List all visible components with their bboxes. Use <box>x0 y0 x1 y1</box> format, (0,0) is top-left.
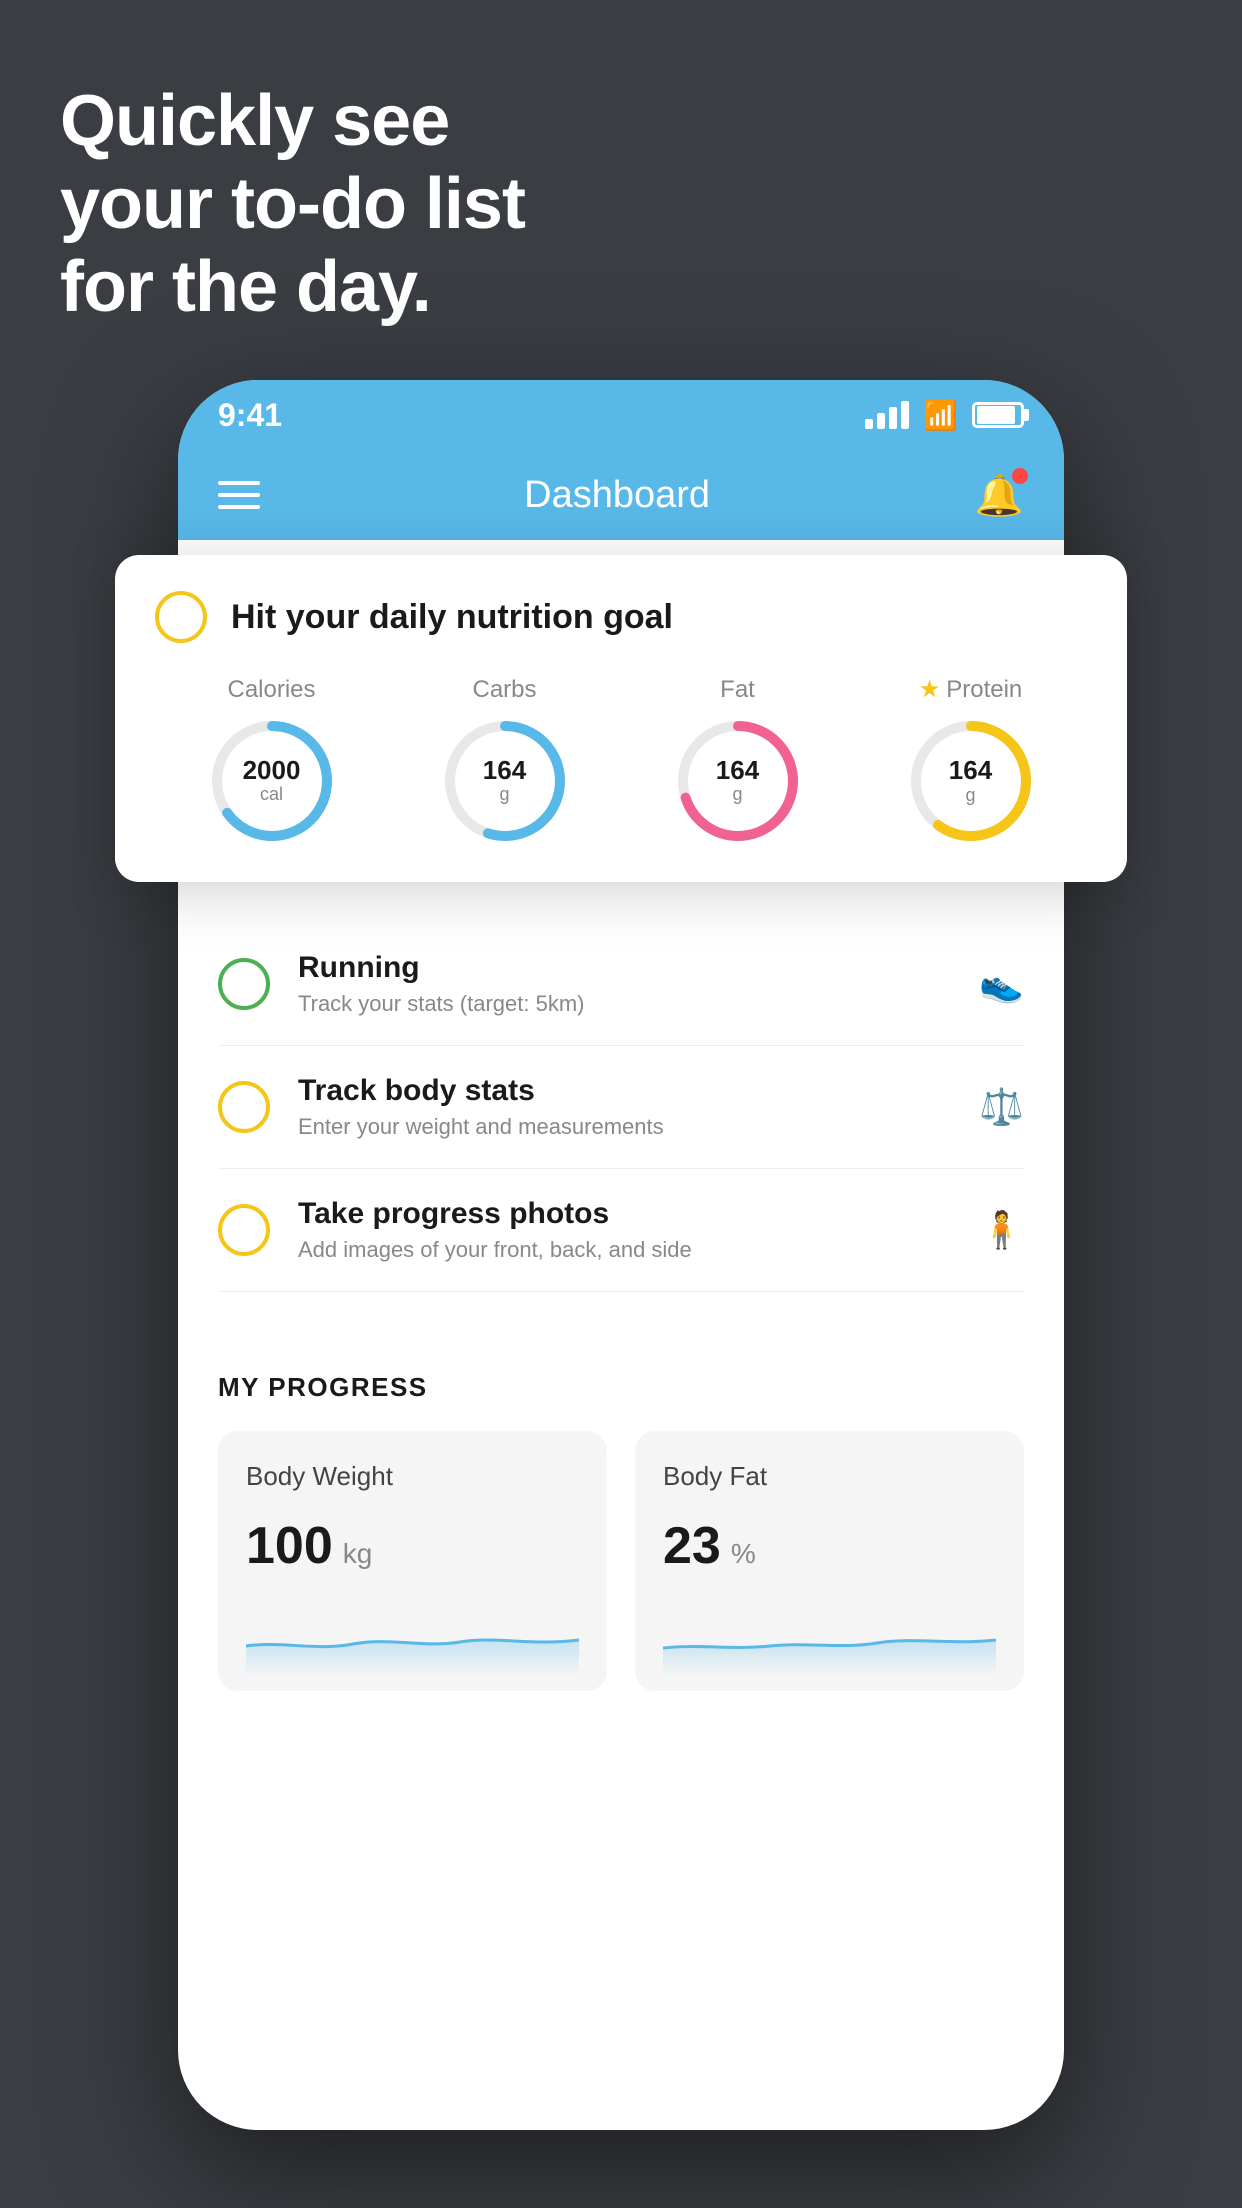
nutrition-item-fat: Fat 164 g <box>673 676 803 846</box>
battery-icon <box>972 402 1024 428</box>
todo-item-progress-photos[interactable]: Take progress photos Add images of your … <box>218 1169 1024 1292</box>
todo-list: Running Track your stats (target: 5km) 👟… <box>178 923 1064 1292</box>
notification-dot <box>1012 468 1028 484</box>
todo-subtitle-running: Track your stats (target: 5km) <box>298 991 951 1017</box>
todo-checkbox-progress-photos[interactable] <box>218 1204 270 1256</box>
carbs-value: 164 <box>483 756 526 785</box>
progress-cards: Body Weight 100 kg <box>218 1431 1024 1691</box>
carbs-label: Carbs <box>472 676 536 704</box>
nutrition-item-protein: ★ Protein 164 g <box>906 675 1036 846</box>
nutrition-card: Hit your daily nutrition goal Calories 2… <box>115 555 1127 882</box>
notification-bell-icon[interactable]: 🔔 <box>974 472 1024 519</box>
body-weight-title: Body Weight <box>246 1461 579 1492</box>
app-header: Dashboard 🔔 <box>178 450 1064 540</box>
hero-text: Quickly see your to-do list for the day. <box>60 80 525 328</box>
calories-value: 2000 <box>243 756 301 785</box>
person-icon: 🧍 <box>979 1209 1024 1251</box>
signal-icon <box>865 401 909 429</box>
body-weight-value: 100 <box>246 1516 333 1576</box>
todo-title-body-stats: Track body stats <box>298 1074 951 1108</box>
star-icon: ★ <box>919 675 941 704</box>
header-title: Dashboard <box>524 474 710 517</box>
fat-label: Fat <box>720 676 755 704</box>
carbs-unit: g <box>483 784 526 805</box>
nutrition-checkbox[interactable] <box>155 591 207 643</box>
shoe-icon: 👟 <box>979 963 1024 1005</box>
body-fat-value: 23 <box>663 1516 721 1576</box>
progress-heading: MY PROGRESS <box>218 1372 1024 1403</box>
body-fat-title: Body Fat <box>663 1461 996 1492</box>
fat-unit: g <box>716 784 759 805</box>
todo-checkbox-body-stats[interactable] <box>218 1081 270 1133</box>
protein-label: Protein <box>946 676 1022 704</box>
body-fat-unit: % <box>731 1538 756 1570</box>
status-time: 9:41 <box>218 397 282 434</box>
nutrition-title: Hit your daily nutrition goal <box>231 598 673 637</box>
protein-unit: g <box>949 785 992 806</box>
fat-value: 164 <box>716 756 759 785</box>
status-bar: 9:41 📶 <box>178 380 1064 450</box>
todo-subtitle-progress-photos: Add images of your front, back, and side <box>298 1237 951 1263</box>
carbs-chart: 164 g <box>440 716 570 846</box>
nutrition-circles: Calories 2000 cal Carbs <box>155 675 1087 846</box>
body-weight-card[interactable]: Body Weight 100 kg <box>218 1431 607 1691</box>
calories-chart: 2000 cal <box>207 716 337 846</box>
todo-checkbox-running[interactable] <box>218 958 270 1010</box>
hero-line2: your to-do list <box>60 163 525 246</box>
status-icons: 📶 <box>865 399 1024 432</box>
body-weight-unit: kg <box>343 1538 373 1570</box>
body-weight-sparkline <box>246 1596 579 1676</box>
calories-label: Calories <box>227 676 315 704</box>
calories-unit: cal <box>243 784 301 805</box>
todo-subtitle-body-stats: Enter your weight and measurements <box>298 1114 951 1140</box>
todo-title-progress-photos: Take progress photos <box>298 1197 951 1231</box>
body-fat-card[interactable]: Body Fat 23 % <box>635 1431 1024 1691</box>
protein-chart: 164 g <box>906 716 1036 846</box>
hero-line1: Quickly see <box>60 80 525 163</box>
protein-value: 164 <box>949 756 992 785</box>
todo-item-track-body-stats[interactable]: Track body stats Enter your weight and m… <box>218 1046 1024 1169</box>
progress-section: MY PROGRESS Body Weight 100 kg <box>178 1332 1064 1691</box>
nutrition-item-carbs: Carbs 164 g <box>440 676 570 846</box>
todo-title-running: Running <box>298 951 951 985</box>
todo-item-running[interactable]: Running Track your stats (target: 5km) 👟 <box>218 923 1024 1046</box>
scale-icon: ⚖️ <box>979 1086 1024 1128</box>
nutrition-item-calories: Calories 2000 cal <box>207 676 337 846</box>
body-fat-sparkline <box>663 1596 996 1676</box>
menu-icon[interactable] <box>218 481 260 509</box>
fat-chart: 164 g <box>673 716 803 846</box>
hero-line3: for the day. <box>60 246 525 329</box>
wifi-icon: 📶 <box>923 399 958 432</box>
